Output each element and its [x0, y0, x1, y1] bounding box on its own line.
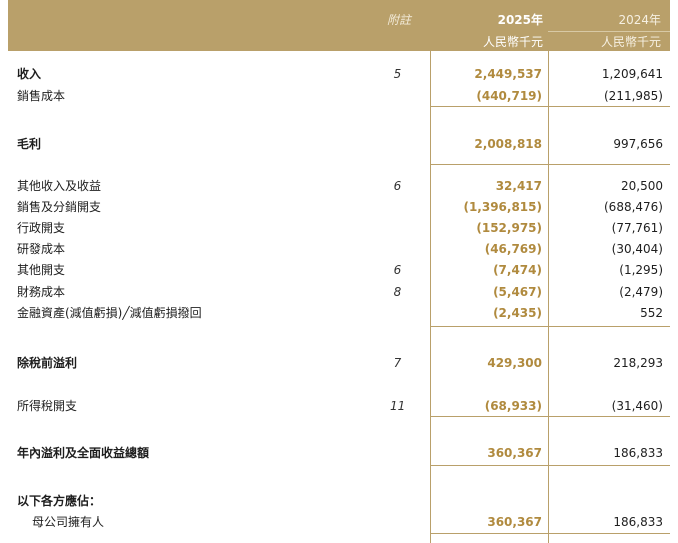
total-rule — [430, 465, 670, 466]
row-label: 除稅前溢利 — [17, 356, 78, 370]
value-2024: (31,460) — [611, 399, 663, 413]
value-2025: (2,435) — [493, 306, 542, 320]
value-2024: 1,209,641 — [601, 67, 663, 81]
value-2024: (688,476) — [604, 200, 663, 214]
row-label: 金融資產(減值虧損)╱減值虧損撥回 — [17, 306, 202, 320]
value-2025: 2,449,537 — [474, 67, 542, 81]
value-2024: 218,293 — [613, 356, 663, 370]
row-label: 年內溢利及全面收益總額 — [17, 446, 150, 460]
table-header: 附註 2025年 人民幣千元 2024年 人民幣千元 — [8, 0, 670, 51]
row-note: 11 — [390, 399, 406, 413]
table-row-rd-costs: 研發成本 (46,769) (30,404) — [0, 240, 678, 258]
value-2025: (5,467) — [493, 285, 542, 299]
table-row-impairment: 金融資產(減值虧損)╱減值虧損撥回 (2,435) 552 — [0, 304, 678, 322]
year-2025-header: 2025年 — [497, 13, 543, 27]
value-2025: (68,933) — [484, 399, 542, 413]
value-2025: (1,396,815) — [463, 200, 542, 214]
unit-2024-header: 人民幣千元 — [600, 35, 661, 49]
row-label: 以下各方應佔： — [17, 494, 102, 508]
value-2024: (1,295) — [619, 263, 663, 277]
value-2024: 997,656 — [613, 137, 663, 151]
table-row-profit-before-tax: 除稅前溢利 7 429,300 218,293 — [0, 354, 678, 372]
table-row-other-expenses: 其他開支 6 (7,474) (1,295) — [0, 261, 678, 279]
value-2025: (46,769) — [484, 242, 542, 256]
value-2024: (30,404) — [611, 242, 663, 256]
value-2025: (440,719) — [476, 89, 542, 103]
table-row-gross-profit: 毛利 2,008,818 997,656 — [0, 135, 678, 153]
value-2025: 360,367 — [487, 446, 542, 460]
table-row-owners-of-parent: 母公司擁有人 360,367 186,833 — [0, 513, 678, 531]
value-2024: (77,761) — [611, 221, 663, 235]
row-note: 6 — [393, 179, 402, 193]
value-2025: 2,008,818 — [474, 137, 542, 151]
value-2025: (152,975) — [476, 221, 542, 235]
value-2025: 360,367 — [487, 515, 542, 529]
value-2025: 32,417 — [495, 179, 542, 193]
table-row-revenue: 收入 5 2,449,537 1,209,641 — [0, 65, 678, 83]
table-row-finance-costs: 財務成本 8 (5,467) (2,479) — [0, 283, 678, 301]
table-row-attributable-to: 以下各方應佔： — [0, 492, 678, 510]
subtotal-rule — [430, 416, 670, 417]
table-row-other-income: 其他收入及收益 6 32,417 20,500 — [0, 177, 678, 195]
row-label: 母公司擁有人 — [32, 515, 105, 529]
row-note: 7 — [393, 356, 402, 370]
table-row-selling-expenses: 銷售及分銷開支 (1,396,815) (688,476) — [0, 198, 678, 216]
year-2024-header: 2024年 — [618, 13, 661, 27]
table-row-income-tax: 所得稅開支 11 (68,933) (31,460) — [0, 397, 678, 415]
value-2025: (7,474) — [493, 263, 542, 277]
row-label: 研發成本 — [17, 242, 66, 256]
row-note: 6 — [393, 263, 402, 277]
row-label: 財務成本 — [17, 285, 66, 299]
value-2024: 552 — [640, 306, 663, 320]
row-label: 毛利 — [17, 137, 42, 151]
value-2024: (2,479) — [619, 285, 663, 299]
value-2024: 186,833 — [613, 515, 663, 529]
row-label: 其他開支 — [17, 263, 66, 277]
table-row-total-comprehensive-income: 年內溢利及全面收益總額 360,367 186,833 — [0, 444, 678, 462]
row-label: 銷售成本 — [17, 89, 66, 103]
row-label: 行政開支 — [17, 221, 66, 235]
row-note: 8 — [393, 285, 402, 299]
subtotal-rule — [430, 106, 670, 107]
row-label: 銷售及分銷開支 — [17, 200, 102, 214]
header-divider — [548, 31, 670, 32]
total-rule — [430, 533, 670, 534]
value-2024: 20,500 — [621, 179, 663, 193]
row-label: 收入 — [17, 67, 42, 81]
note-column-header: 附註 — [386, 13, 411, 27]
row-label: 所得稅開支 — [17, 399, 78, 413]
value-2025: 429,300 — [487, 356, 542, 370]
unit-2025-header: 人民幣千元 — [482, 35, 543, 49]
table-row-admin-expenses: 行政開支 (152,975) (77,761) — [0, 219, 678, 237]
table-row-cost-of-sales: 銷售成本 (440,719) (211,985) — [0, 87, 678, 105]
row-label: 其他收入及收益 — [17, 179, 102, 193]
subtotal-rule — [430, 164, 670, 165]
value-2024: (211,985) — [604, 89, 663, 103]
row-note: 5 — [393, 67, 402, 81]
value-2024: 186,833 — [613, 446, 663, 460]
subtotal-rule — [430, 326, 670, 327]
